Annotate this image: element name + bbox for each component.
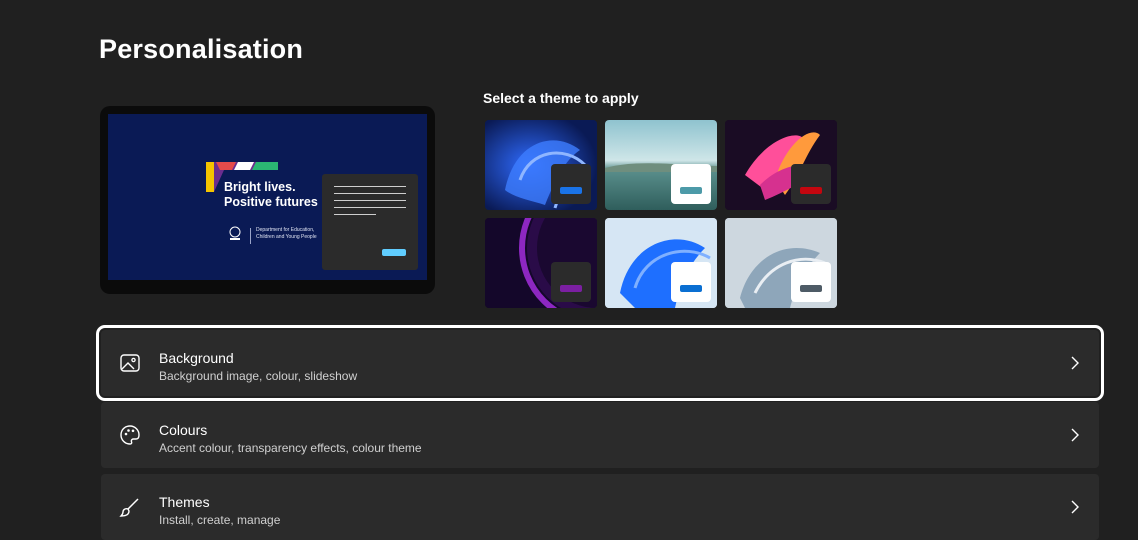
wallpaper-divider <box>250 228 251 244</box>
theme-accent-swatch <box>800 285 822 292</box>
preview-wallpaper: Bright lives. Positive futures Departmen… <box>108 114 427 280</box>
theme-tile-windows-dark-bloom[interactable] <box>485 120 597 210</box>
preview-accent-button <box>382 249 406 256</box>
settings-card-themes[interactable]: Themes Install, create, manage <box>101 474 1099 540</box>
theme-preview: Bright lives. Positive futures Departmen… <box>100 106 435 294</box>
theme-badge <box>791 262 831 302</box>
theme-tile-flow[interactable] <box>725 218 837 308</box>
theme-badge <box>791 164 831 204</box>
card-subtitle: Accent colour, transparency effects, col… <box>159 441 422 455</box>
crest-icon <box>229 226 241 240</box>
card-subtitle: Background image, colour, slideshow <box>159 369 358 383</box>
theme-tile-sunrise-purple[interactable] <box>485 218 597 308</box>
theme-badge <box>551 262 591 302</box>
brush-icon <box>119 498 139 517</box>
theme-accent-swatch <box>680 285 702 292</box>
preview-window <box>322 174 418 270</box>
theme-tile-windows-light-bloom[interactable] <box>605 218 717 308</box>
theme-heading: Select a theme to apply <box>483 90 639 106</box>
settings-card-background[interactable]: Background Background image, colour, sli… <box>96 325 1104 401</box>
preview-text-line <box>334 207 406 208</box>
preview-text-line <box>334 186 406 187</box>
theme-tile-captured-motion[interactable] <box>725 120 837 210</box>
theme-accent-swatch <box>680 187 702 194</box>
wallpaper-slogan: Bright lives. Positive futures <box>224 180 318 209</box>
palette-icon <box>120 425 140 445</box>
preview-text-line <box>334 193 406 194</box>
theme-accent-swatch <box>560 187 582 194</box>
preview-text-line <box>334 200 406 201</box>
theme-tile-glow-lake[interactable] <box>605 120 717 210</box>
page-title: Personalisation <box>99 34 304 64</box>
theme-badge <box>551 164 591 204</box>
theme-accent-swatch <box>560 285 582 292</box>
card-title: Background <box>159 350 234 366</box>
card-title: Themes <box>159 494 210 510</box>
chevron-right-icon <box>1071 500 1079 514</box>
card-title: Colours <box>159 422 208 438</box>
chevron-right-icon <box>1071 356 1079 370</box>
theme-badge <box>671 262 711 302</box>
settings-card-colours[interactable]: Colours Accent colour, transparency effe… <box>101 402 1099 468</box>
theme-accent-swatch <box>800 187 822 194</box>
wallpaper-department: Department for Education, Children and Y… <box>256 227 317 240</box>
chevron-right-icon <box>1071 428 1079 442</box>
preview-text-line <box>334 214 376 215</box>
theme-badge <box>671 164 711 204</box>
image-icon <box>120 354 140 372</box>
